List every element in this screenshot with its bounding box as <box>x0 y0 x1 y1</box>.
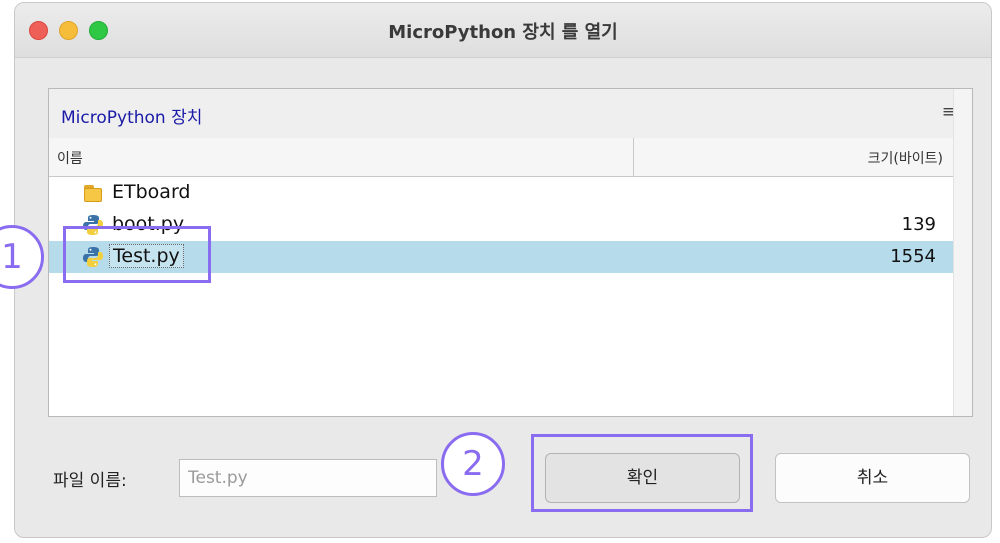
file-name: ETboard <box>112 181 191 203</box>
filename-input[interactable]: Test.py <box>179 459 437 497</box>
vertical-scrollbar[interactable] <box>953 89 972 416</box>
column-header-name[interactable]: 이름 <box>49 138 634 176</box>
panel-title: MicroPython 장치 <box>61 108 203 128</box>
title-bar: MicroPython 장치 를 열기 <box>15 3 991 58</box>
window-title: MicroPython 장치 를 열기 <box>388 22 618 43</box>
file-size: 1554 <box>890 246 936 267</box>
annotation-highlight-ok-button <box>531 434 753 512</box>
folder-icon <box>82 182 104 204</box>
panel-header: MicroPython 장치 ≡ <box>49 89 972 139</box>
cancel-button[interactable]: 취소 <box>775 453 970 503</box>
column-header-size[interactable]: 크기(바이트) <box>635 138 955 176</box>
annotation-step-2: 2 <box>441 432 505 496</box>
filename-label: 파일 이름: <box>53 471 127 491</box>
file-size: 139 <box>901 214 936 235</box>
file-row-etboard[interactable]: ETboard <box>49 177 956 209</box>
annotation-highlight-test-py <box>63 226 211 283</box>
column-header-row: 이름 크기(바이트) <box>49 138 972 177</box>
